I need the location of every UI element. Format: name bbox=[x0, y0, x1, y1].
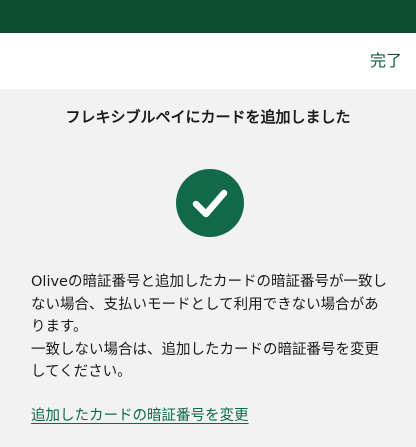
page-title: フレキシブルペイにカードを追加しました bbox=[65, 108, 351, 126]
message-line-1: Oliveの暗証番号と追加したカードの暗証番号が一致しない場合、支払いモードとし… bbox=[31, 274, 387, 335]
change-pin-link[interactable]: 追加したカードの暗証番号を変更 bbox=[31, 405, 249, 427]
checkmark-icon bbox=[192, 189, 228, 218]
info-message: Oliveの暗証番号と追加したカードの暗証番号が一致しない場合、支払いモードとし… bbox=[31, 271, 391, 384]
main-content: フレキシブルペイにカードを追加しました Oliveの暗証番号と追加したカードの暗… bbox=[0, 89, 416, 447]
navigation-bar: 完了 bbox=[0, 33, 416, 89]
message-line-2: 一致しない場合は、追加したカードの暗証番号を変更してください。 bbox=[31, 341, 379, 381]
status-bar bbox=[0, 0, 416, 33]
done-button[interactable]: 完了 bbox=[370, 50, 402, 72]
check-circle-icon bbox=[176, 169, 244, 237]
